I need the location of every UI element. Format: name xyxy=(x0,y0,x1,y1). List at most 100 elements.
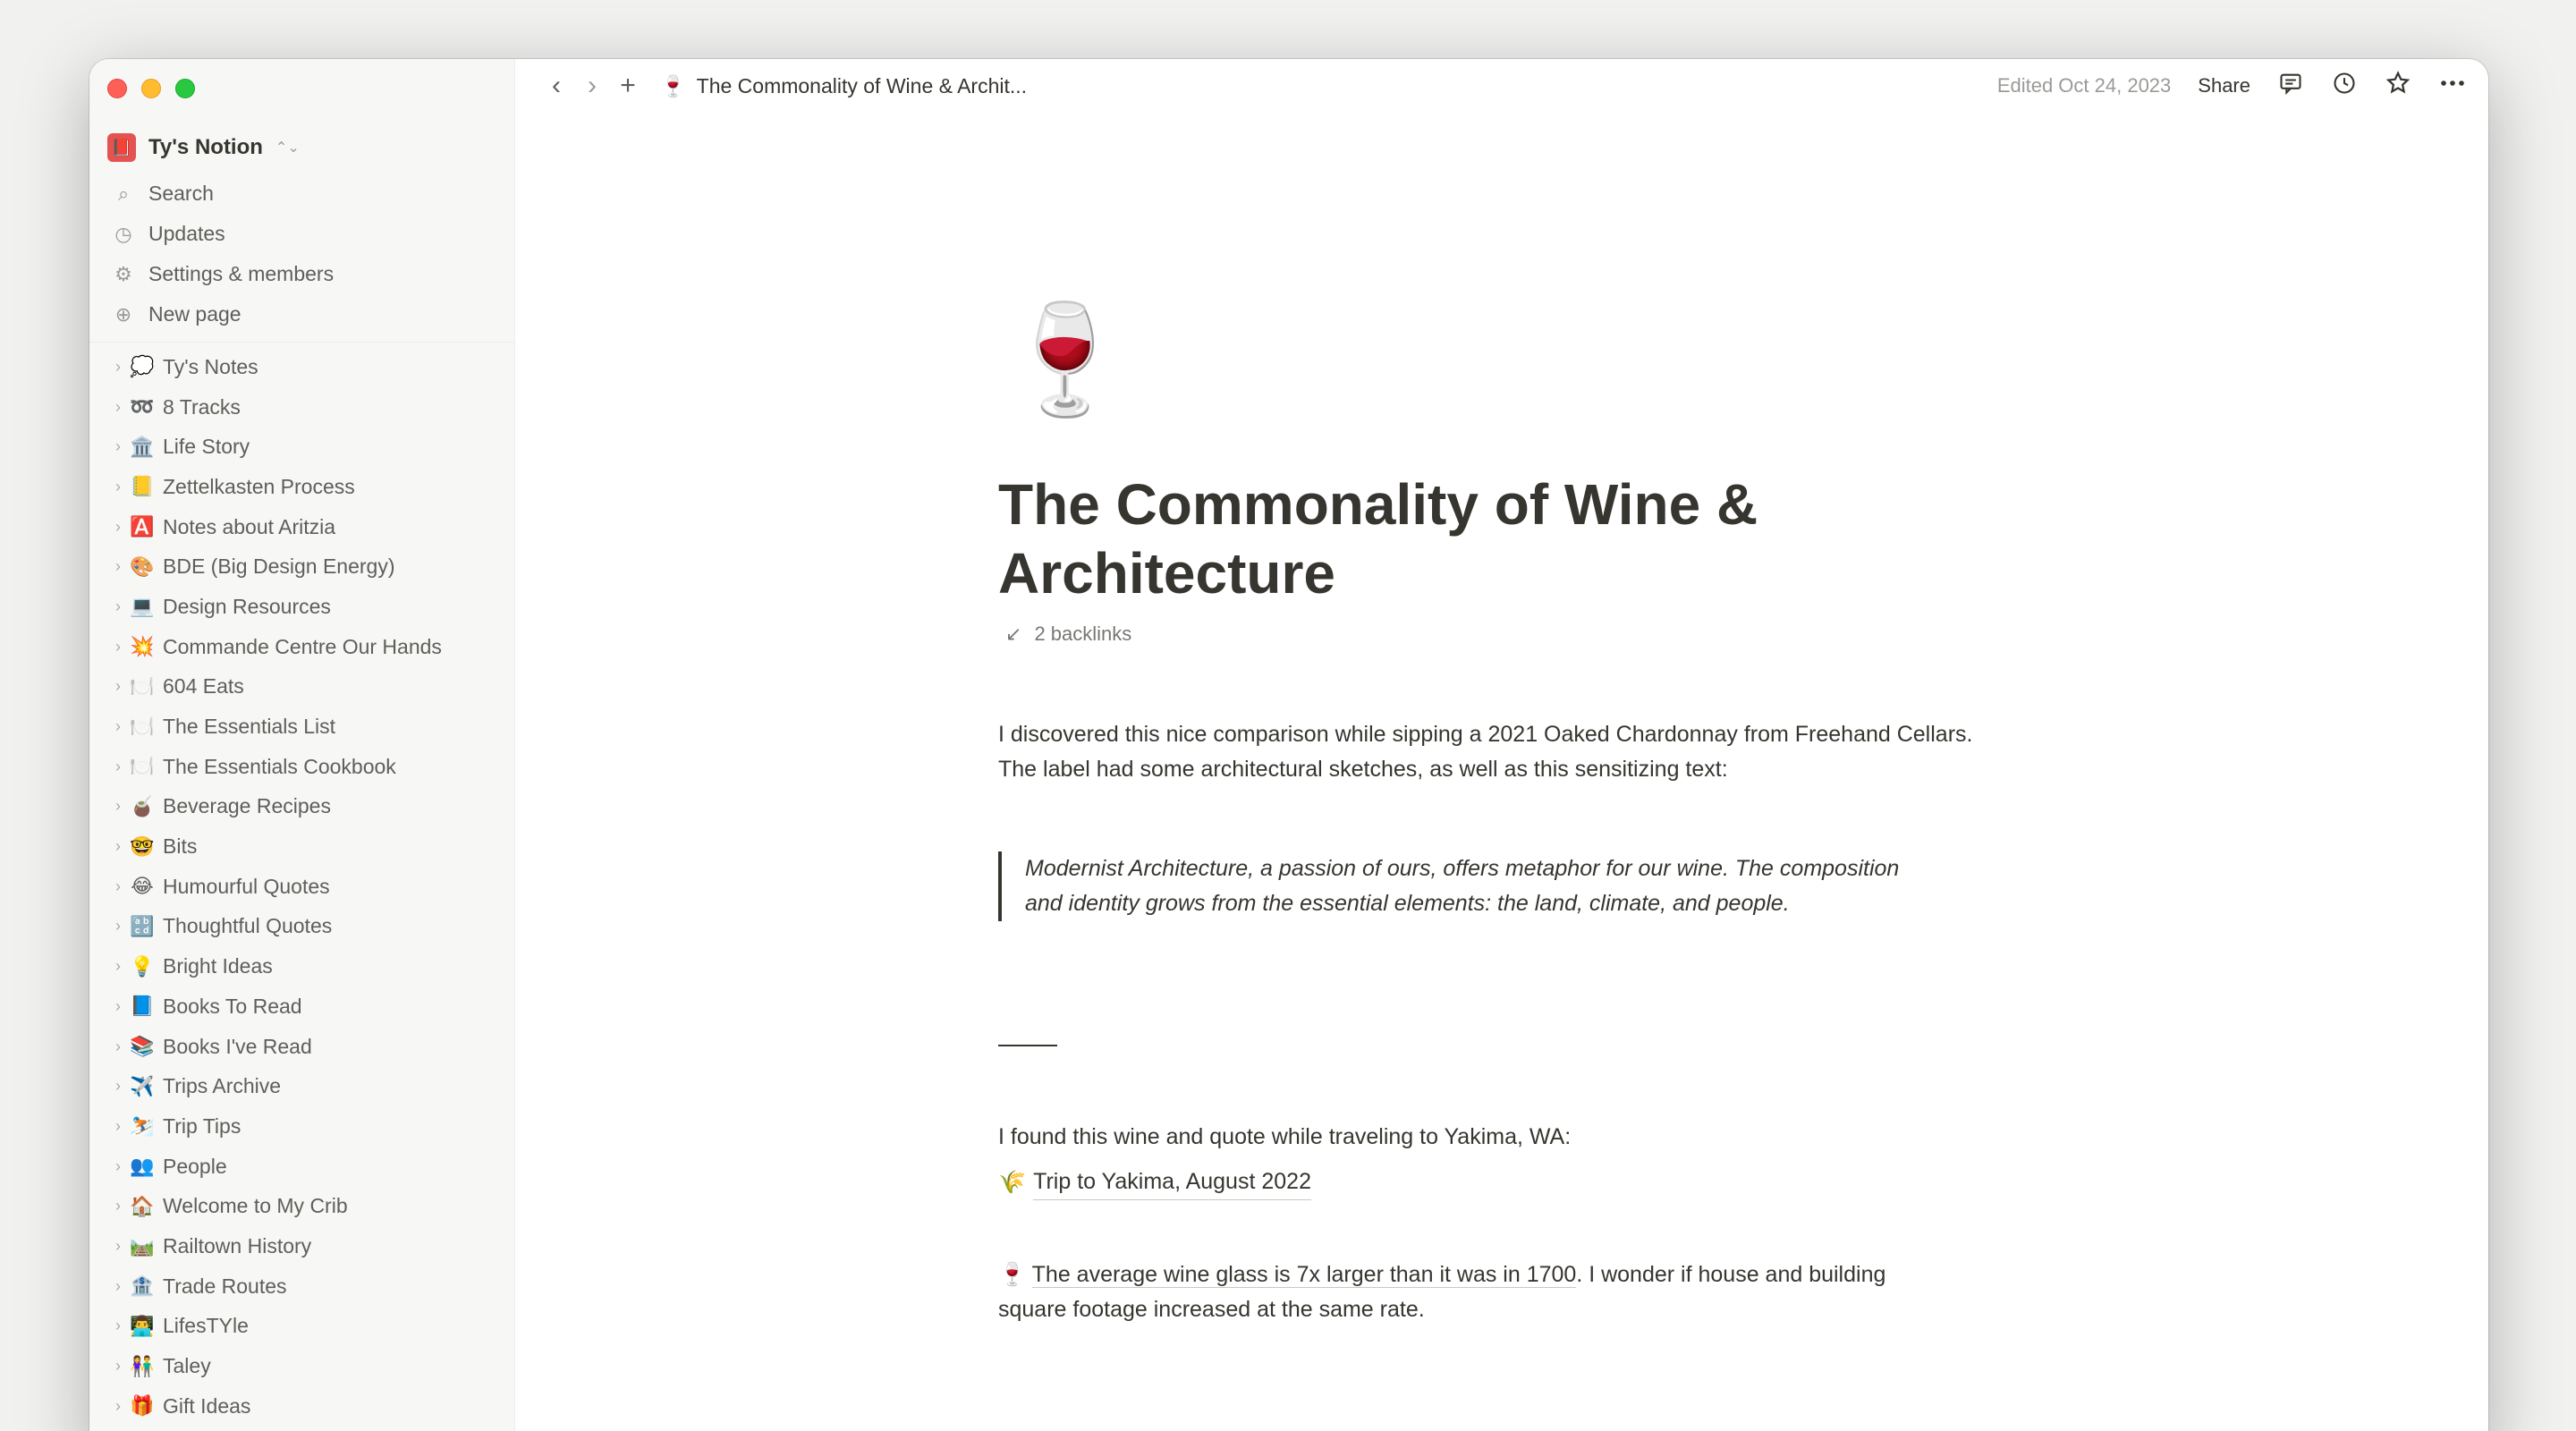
share-button[interactable]: Share xyxy=(2198,74,2250,97)
page-emoji-icon: 👨‍💻 xyxy=(130,1314,155,1337)
sidebar-page-label: The Essentials List xyxy=(163,715,336,739)
sidebar-page-item[interactable]: › 💥 Commande Centre Our Hands xyxy=(100,627,504,667)
chevron-updown-icon: ⌃⌄ xyxy=(275,140,300,156)
chevron-right-icon[interactable]: › xyxy=(100,1117,127,1136)
sidebar-page-item[interactable]: › 🤓 Bits xyxy=(100,826,504,867)
chevron-right-icon[interactable]: › xyxy=(100,1357,127,1376)
minimize-window-button[interactable] xyxy=(141,79,161,98)
comment-icon[interactable] xyxy=(2277,71,2304,102)
chevron-right-icon[interactable]: › xyxy=(100,557,127,576)
sidebar-page-item[interactable]: › 🏦 Trade Routes xyxy=(100,1266,504,1307)
paragraph-block[interactable]: I found this wine and quote while travel… xyxy=(998,1120,2018,1155)
sidebar-page-item[interactable]: › 👥 People xyxy=(100,1147,504,1187)
chevron-right-icon[interactable]: › xyxy=(100,1317,127,1335)
page-emoji-icon: 🍽️ xyxy=(130,755,155,778)
sidebar-page-label: Trips Archive xyxy=(163,1074,282,1098)
sidebar-page-item[interactable]: › 💻 Design Resources xyxy=(100,587,504,627)
backlinks-button[interactable]: ↙ 2 backlinks xyxy=(1005,622,1131,646)
chevron-right-icon[interactable]: › xyxy=(100,917,127,936)
chevron-right-icon[interactable]: › xyxy=(100,717,127,736)
workspace-switcher[interactable]: 📕 Ty's Notion ⌃⌄ xyxy=(107,127,496,168)
sidebar-page-label: Beverage Recipes xyxy=(163,794,331,818)
sidebar-page-item[interactable]: › 🅰️ Notes about Aritzia xyxy=(100,507,504,547)
sidebar-page-item[interactable]: › ➿ 8 Tracks xyxy=(100,387,504,428)
close-window-button[interactable] xyxy=(107,79,127,98)
chevron-right-icon[interactable]: › xyxy=(100,358,127,377)
chevron-right-icon[interactable]: › xyxy=(100,638,127,656)
breadcrumb-title: The Commonality of Wine & Archit... xyxy=(696,73,1028,97)
sidebar-item-label: New page xyxy=(148,302,242,326)
sidebar-page-item[interactable]: › ✈️ Trips Archive xyxy=(100,1066,504,1106)
text-line: square footage increased at the same rat… xyxy=(998,1297,1425,1322)
sidebar-page-label: Trade Routes xyxy=(163,1274,287,1298)
sidebar-item-settings[interactable]: ⚙ Settings & members xyxy=(100,254,504,294)
breadcrumb[interactable]: 🍷 The Commonality of Wine & Archit... xyxy=(660,74,1027,98)
inline-page-link[interactable]: The average wine glass is 7x larger than… xyxy=(1031,1262,1577,1288)
sidebar-page-item[interactable]: › 👫 Taley xyxy=(100,1346,504,1386)
sidebar-page-item[interactable]: › 🔡 Thoughtful Quotes xyxy=(100,907,504,947)
chevron-right-icon[interactable]: › xyxy=(100,1077,127,1096)
sidebar-page-item[interactable]: › 🎨 BDE (Big Design Energy) xyxy=(100,546,504,587)
more-icon[interactable] xyxy=(2438,71,2465,102)
chevron-right-icon[interactable]: › xyxy=(100,597,127,616)
paragraph-block[interactable]: 🍷 The average wine glass is 7x larger th… xyxy=(998,1257,2018,1327)
sidebar-page-item[interactable]: › 📘 Books To Read xyxy=(100,986,504,1027)
forward-button[interactable]: › xyxy=(574,72,610,99)
sidebar-page-item[interactable]: › 🧉 Beverage Recipes xyxy=(100,787,504,827)
chevron-right-icon[interactable]: › xyxy=(100,1157,127,1176)
sidebar-page-item[interactable]: › 📒 Zettelkasten Process xyxy=(100,467,504,507)
sidebar-page-label: Bits xyxy=(163,834,198,859)
chevron-right-icon[interactable]: › xyxy=(100,1237,127,1256)
star-icon[interactable] xyxy=(2385,70,2411,103)
sidebar-page-item[interactable]: › 👨‍💻 LifesTYle xyxy=(100,1307,504,1347)
chevron-right-icon[interactable]: › xyxy=(100,518,127,537)
page-emoji-icon: 🔡 xyxy=(130,914,155,937)
sidebar-item-new-page[interactable]: ⊕ New page xyxy=(100,294,504,334)
chevron-right-icon[interactable]: › xyxy=(100,797,127,816)
chevron-right-icon[interactable]: › xyxy=(100,398,127,417)
paragraph-block[interactable]: I discovered this nice comparison while … xyxy=(998,717,2018,787)
sidebar-item-search[interactable]: ⌕ Search xyxy=(100,174,504,214)
add-page-button[interactable]: + xyxy=(610,72,646,99)
chevron-right-icon[interactable]: › xyxy=(100,677,127,696)
sidebar-page-label: Humourful Quotes xyxy=(163,874,330,898)
back-button[interactable]: ‹ xyxy=(538,72,574,99)
page-emoji-icon: 🎨 xyxy=(130,555,155,578)
sidebar-page-item[interactable]: › ⛷️ Trip Tips xyxy=(100,1106,504,1147)
chevron-right-icon[interactable]: › xyxy=(100,837,127,856)
page-icon[interactable]: 🍷 xyxy=(998,306,1131,413)
chevron-right-icon[interactable]: › xyxy=(100,877,127,896)
sidebar-page-item[interactable]: › 📚 Books I've Read xyxy=(100,1027,504,1067)
sidebar-page-item[interactable]: › 💡 Bright Ideas xyxy=(100,946,504,986)
sidebar-page-label: 604 Eats xyxy=(163,674,244,699)
chevron-right-icon[interactable]: › xyxy=(100,1197,127,1215)
sidebar-page-item[interactable]: › 💭 Ty's Notes xyxy=(100,347,504,387)
sidebar-page-label: Books I've Read xyxy=(163,1034,312,1058)
sidebar-page-label: LifesTYle xyxy=(163,1314,249,1338)
chevron-right-icon[interactable]: › xyxy=(100,997,127,1016)
sidebar-page-item[interactable]: › 🛤️ Railtown History xyxy=(100,1226,504,1266)
chevron-right-icon[interactable]: › xyxy=(100,957,127,976)
page-title[interactable]: The Commonality of Wine & Architecture xyxy=(998,470,2018,608)
sidebar-item-updates[interactable]: ◷ Updates xyxy=(100,214,504,254)
fullscreen-window-button[interactable] xyxy=(175,79,195,98)
quote-block[interactable]: Modernist Architecture, a passion of our… xyxy=(998,851,1991,921)
sidebar-page-item[interactable]: › 🍽️ The Essentials List xyxy=(100,707,504,747)
chevron-right-icon[interactable]: › xyxy=(100,1037,127,1056)
chevron-right-icon[interactable]: › xyxy=(100,437,127,456)
sidebar-page-item[interactable]: › 🏛️ Life Story xyxy=(100,427,504,467)
chevron-right-icon[interactable]: › xyxy=(100,478,127,496)
sidebar-page-item[interactable]: › 🍽️ 604 Eats xyxy=(100,667,504,707)
history-icon[interactable] xyxy=(2331,71,2358,102)
sidebar-page-item[interactable]: › 🍽️ The Essentials Cookbook xyxy=(100,747,504,787)
page-link-trip[interactable]: 🌾 Trip to Yakima, August 2022 xyxy=(998,1164,1311,1200)
sidebar-page-item[interactable]: › 😂 Humourful Quotes xyxy=(100,867,504,907)
sidebar-page-label: The Essentials Cookbook xyxy=(163,754,396,778)
chevron-right-icon[interactable]: › xyxy=(100,1277,127,1296)
sidebar-page-item[interactable]: › 🎁 Gift Ideas xyxy=(100,1386,504,1427)
page-emoji-icon: 🛤️ xyxy=(130,1234,155,1257)
workspace-avatar-icon: 📕 xyxy=(107,133,136,162)
chevron-right-icon[interactable]: › xyxy=(100,1397,127,1416)
chevron-right-icon[interactable]: › xyxy=(100,758,127,776)
sidebar-page-item[interactable]: › 🏠 Welcome to My Crib xyxy=(100,1186,504,1226)
